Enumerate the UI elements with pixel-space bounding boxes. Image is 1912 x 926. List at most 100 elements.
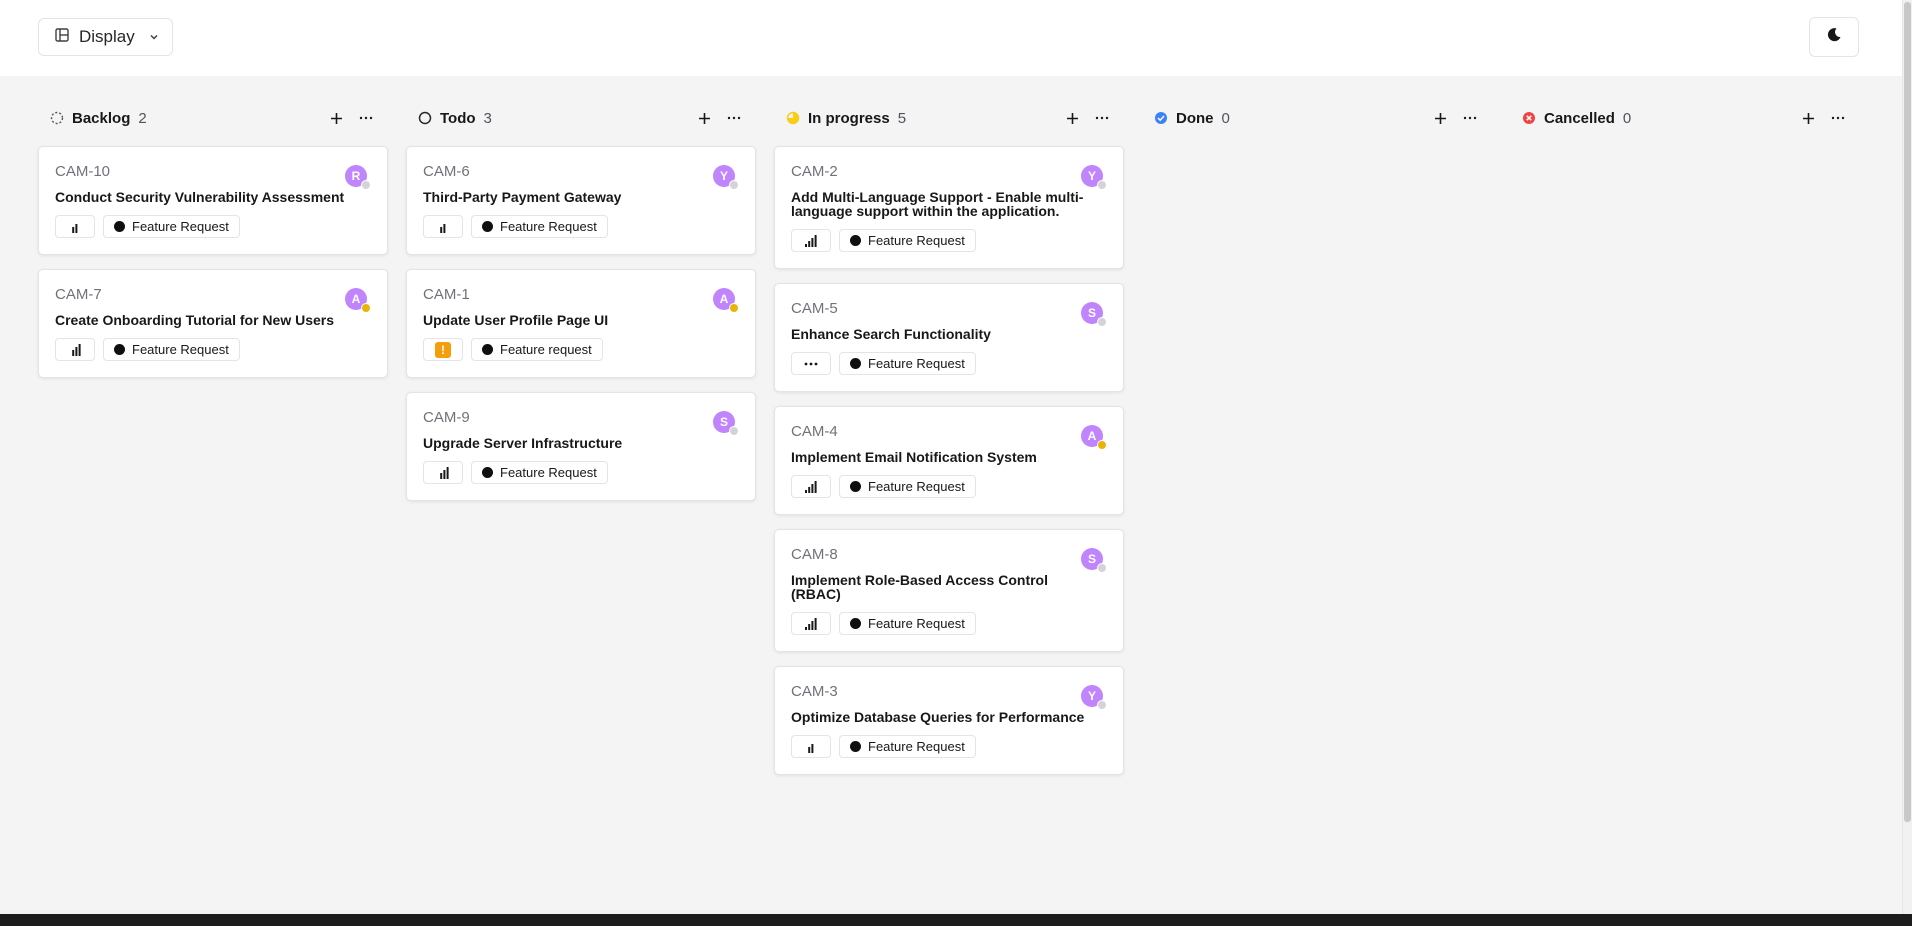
issue-meta: Feature Request — [791, 352, 1107, 375]
issue-card[interactable]: CAM-7 Create Onboarding Tutorial for New … — [38, 269, 388, 378]
issue-meta: Feature Request — [791, 612, 1107, 635]
issue-card[interactable]: CAM-8 Implement Role-Based Access Control… — [774, 529, 1124, 652]
plus-icon[interactable] — [1430, 108, 1450, 128]
assignee-avatar[interactable]: A — [713, 288, 739, 313]
label-tag[interactable]: Feature Request — [471, 461, 608, 484]
issue-meta: Feature Request — [55, 215, 371, 238]
presence-indicator — [1097, 180, 1107, 190]
none-priority-icon — [803, 356, 819, 372]
presence-indicator — [1097, 317, 1107, 327]
ellipsis-icon[interactable] — [1460, 108, 1480, 128]
issue-card[interactable]: CAM-5 Enhance Search Functionality Feature… — [774, 283, 1124, 392]
priority-button[interactable] — [791, 735, 831, 758]
label-tag[interactable]: Feature Request — [471, 215, 608, 238]
issue-meta: Feature Request — [423, 461, 739, 484]
ellipsis-icon[interactable] — [1828, 108, 1848, 128]
issue-meta: Feature Request — [791, 735, 1107, 758]
issue-meta: ! Feature request — [423, 338, 739, 361]
column-count: 2 — [138, 109, 147, 127]
plus-icon[interactable] — [1798, 108, 1818, 128]
assignee-avatar[interactable]: R — [345, 165, 371, 190]
label-tag[interactable]: Feature Request — [103, 215, 240, 238]
issue-meta: Feature Request — [423, 215, 739, 238]
label-tag[interactable]: Feature Request — [839, 612, 976, 635]
label-text: Feature Request — [868, 616, 965, 631]
label-tag[interactable]: Feature Request — [839, 352, 976, 375]
card-list: CAM-10 Conduct Security Vulnerability Ass… — [38, 146, 388, 378]
assignee-avatar[interactable]: Y — [713, 165, 739, 190]
issue-meta: Feature Request — [791, 475, 1107, 498]
avatar-initial: S — [1087, 306, 1096, 320]
label-text: Feature Request — [500, 465, 597, 480]
column-in-progress: In progress 5 CAM-2 Add Multi-Language Supp… — [774, 100, 1124, 775]
issue-id: CAM-3 — [791, 683, 838, 700]
issue-title: Add Multi-Language Support - Enable mult… — [791, 189, 1084, 219]
assignee-avatar[interactable]: Y — [1081, 685, 1107, 710]
issue-card[interactable]: CAM-9 Upgrade Server Infrastructure Featur… — [406, 392, 756, 501]
assignee-avatar[interactable]: S — [1081, 302, 1107, 327]
column-done: Done 0 — [1142, 100, 1492, 775]
layout-icon — [55, 27, 69, 47]
priority-button[interactable] — [423, 215, 463, 238]
issue-meta: Feature Request — [791, 229, 1107, 252]
display-button[interactable]: Display — [38, 18, 173, 56]
assignee-avatar[interactable]: A — [345, 288, 371, 313]
label-tag[interactable]: Feature Request — [839, 229, 976, 252]
assignee-avatar[interactable]: S — [1081, 548, 1107, 573]
label-dot — [114, 344, 125, 355]
issue-title: Enhance Search Functionality — [791, 326, 991, 342]
column-backlog: Backlog 2 CAM-10 Conduct Security Vulnerabi… — [38, 100, 388, 775]
presence-indicator — [361, 303, 371, 313]
column-todo: Todo 3 CAM-6 Third-Party Payment Gateway Fea… — [406, 100, 756, 775]
label-tag[interactable]: Feature Request — [839, 475, 976, 498]
theme-toggle-button[interactable] — [1809, 17, 1859, 57]
plus-icon[interactable] — [694, 108, 714, 128]
low-priority-icon — [804, 740, 818, 754]
column-count: 3 — [483, 109, 492, 127]
label-dot — [850, 358, 861, 369]
priority-button[interactable] — [791, 475, 831, 498]
label-tag[interactable]: Feature Request — [103, 338, 240, 361]
label-text: Feature Request — [868, 233, 965, 248]
scrollbar-thumb[interactable] — [1904, 2, 1911, 822]
issue-card[interactable]: CAM-4 Implement Email Notification System… — [774, 406, 1124, 515]
presence-indicator — [729, 180, 739, 190]
column-header: Todo 3 — [406, 100, 756, 136]
ellipsis-icon[interactable] — [356, 108, 376, 128]
medium-priority-icon — [804, 617, 818, 631]
issue-card[interactable]: CAM-10 Conduct Security Vulnerability Ass… — [38, 146, 388, 255]
label-dot — [482, 467, 493, 478]
issue-card[interactable]: CAM-2 Add Multi-Language Support - Enable… — [774, 146, 1124, 269]
assignee-avatar[interactable]: S — [713, 411, 739, 436]
priority-button[interactable] — [423, 461, 463, 484]
assignee-avatar[interactable]: A — [1081, 425, 1107, 450]
plus-icon[interactable] — [1062, 108, 1082, 128]
issue-id: CAM-8 — [791, 546, 838, 563]
priority-button[interactable]: ! — [423, 338, 463, 361]
label-tag[interactable]: Feature Request — [839, 735, 976, 758]
priority-button[interactable] — [791, 612, 831, 635]
issue-card[interactable]: CAM-6 Third-Party Payment Gateway Feature … — [406, 146, 756, 255]
priority-button[interactable] — [791, 352, 831, 375]
issue-card[interactable]: CAM-1 Update User Profile Page UI! Feature… — [406, 269, 756, 378]
ellipsis-icon[interactable] — [724, 108, 744, 128]
urgent-priority-icon: ! — [435, 341, 451, 358]
label-text: Feature Request — [132, 219, 229, 234]
priority-button[interactable] — [55, 215, 95, 238]
priority-button[interactable] — [55, 338, 95, 361]
issue-id: CAM-7 — [55, 286, 102, 303]
priority-button[interactable] — [791, 229, 831, 252]
assignee-avatar[interactable]: Y — [1081, 165, 1107, 190]
label-tag[interactable]: Feature request — [471, 338, 603, 361]
plus-icon[interactable] — [326, 108, 346, 128]
label-text: Feature Request — [132, 342, 229, 357]
cancelled-status-icon — [1522, 111, 1536, 125]
issue-card[interactable]: CAM-3 Optimize Database Queries for Perfo… — [774, 666, 1124, 775]
label-dot — [482, 221, 493, 232]
column-count: 0 — [1622, 109, 1632, 127]
chevron-down-icon — [149, 27, 159, 47]
vertical-scrollbar[interactable] — [1902, 0, 1912, 914]
ellipsis-icon[interactable] — [1092, 108, 1112, 128]
issue-id: CAM-10 — [55, 163, 111, 180]
avatar-initial: Y — [1087, 169, 1096, 183]
